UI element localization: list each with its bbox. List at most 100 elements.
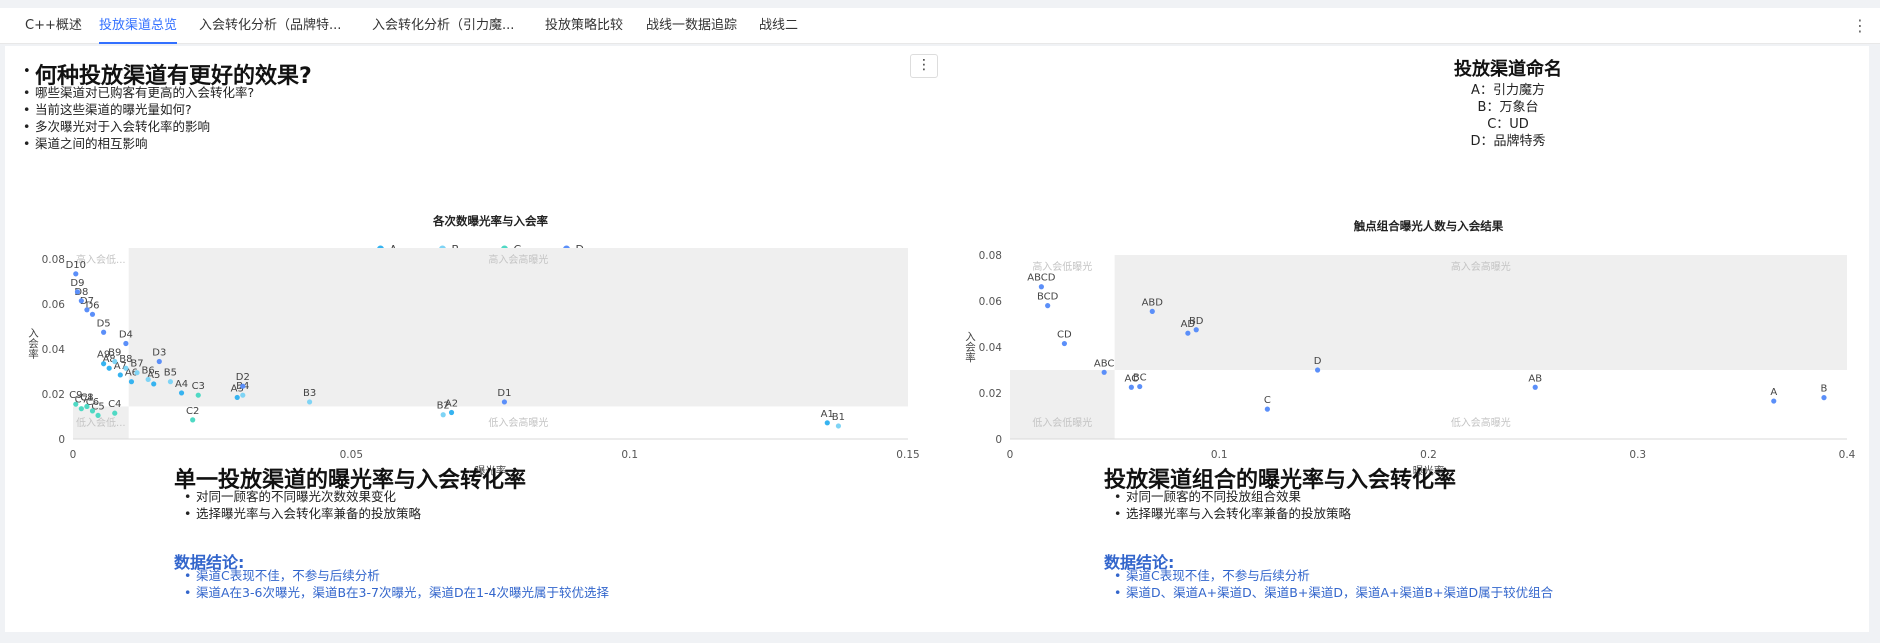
- data-label: D2: [236, 372, 250, 383]
- y-tick-label: 0.02: [42, 389, 65, 401]
- combo-exposure-chart: 触点组合曝光人数与入会结果高入会高曝光低入会高曝光 高入会低曝光低入会低曝光 0 0.…: [964, 219, 1856, 477]
- x-tick-label: 0.2: [1420, 449, 1437, 461]
- single-conclusion-list: 渠道C表现不佳，不参与后续分析 渠道A在3-6次曝光，渠道B在3-7次曝光，渠道…: [184, 567, 609, 601]
- data-label: D5: [97, 318, 111, 329]
- quadrant-label: 低入会低...: [76, 416, 126, 429]
- data-point: [195, 392, 201, 398]
- data-point: [1061, 340, 1068, 347]
- data-label: AB: [1528, 373, 1542, 384]
- y-tick-label: 0.06: [42, 299, 66, 311]
- y-tick-label: 0.04: [979, 342, 1003, 354]
- data-point: [178, 390, 185, 396]
- data-label: AC: [1125, 373, 1139, 384]
- data-point: [1045, 303, 1051, 309]
- data-point: [240, 383, 246, 389]
- chart-menu-button[interactable]: ⋮: [910, 54, 938, 78]
- data-point: [73, 271, 79, 277]
- data-point: [156, 358, 162, 365]
- bullet-icon: •: [23, 64, 31, 79]
- data-point: [89, 408, 96, 414]
- data-point: [78, 298, 84, 304]
- data-point: [84, 403, 90, 410]
- tab-front-two[interactable]: 战线二: [759, 8, 798, 44]
- combo-conclusion-list: 渠道C表现不佳，不参与后续分析 渠道D、渠道A+渠道D、渠道B+渠道D，渠道A+…: [1114, 567, 1553, 601]
- data-point: [101, 329, 107, 335]
- data-label: B: [1821, 384, 1828, 395]
- report-panel: ⋮ • 何种投放渠道有更好的效果? 哪些渠道对已购客有更高的入会转化率? 当前这…: [5, 46, 1869, 632]
- naming-line: D：品牌特秀: [1470, 134, 1546, 149]
- tab-membership-brand[interactable]: 入会转化分析（品牌特...: [199, 8, 341, 44]
- data-label: BD: [1189, 316, 1204, 327]
- data-label: A4: [175, 379, 188, 390]
- data-label: D4: [119, 330, 133, 341]
- data-point: [1149, 308, 1155, 314]
- data-point: [117, 372, 123, 378]
- x-tick-label: 0.15: [896, 449, 919, 461]
- data-point: [73, 401, 79, 407]
- data-point: [835, 423, 842, 429]
- tab-front-one[interactable]: 战线一数据追踪: [646, 8, 737, 44]
- data-point: [1137, 383, 1143, 390]
- list-item: 哪些渠道对已购客有更高的入会转化率?: [23, 84, 254, 101]
- data-label: B9: [108, 347, 121, 358]
- data-point: [240, 392, 246, 398]
- data-point: [151, 381, 157, 387]
- chart-title: 各次数曝光率与入会率: [432, 214, 548, 228]
- list-item: 渠道D、渠道A+渠道D、渠道B+渠道D，渠道A+渠道B+渠道D属于较优组合: [1114, 584, 1553, 601]
- y-axis-label: 入会率: [964, 331, 976, 363]
- data-point: [106, 365, 112, 371]
- y-tick-label: 0: [995, 434, 1002, 446]
- data-label: BCD: [1037, 292, 1059, 303]
- data-point: [134, 370, 140, 376]
- data-point: [84, 307, 90, 313]
- single-channel-bullets: 对同一顾客的不同曝光次数效果变化 选择曝光率与入会转化率兼备的投放策略: [184, 488, 421, 522]
- data-label: A: [1770, 387, 1777, 398]
- y-tick-label: 0: [58, 434, 65, 446]
- y-tick-label: 0.06: [979, 296, 1003, 308]
- list-item: 渠道C表现不佳，不参与后续分析: [184, 567, 609, 584]
- x-tick-label: 0.1: [1211, 449, 1228, 461]
- data-point: [78, 406, 84, 412]
- data-label: C3: [192, 381, 205, 392]
- data-point: [1193, 327, 1199, 333]
- data-label: ABCD: [1027, 273, 1056, 284]
- list-item: 选择曝光率与入会转化率兼备的投放策略: [184, 505, 421, 522]
- data-point: [145, 376, 151, 383]
- data-point: [1532, 384, 1538, 390]
- data-point: [234, 394, 240, 401]
- exposure-conversion-chart: 各次数曝光率与入会率ABCD高入会高曝光低入会高曝光高入会低...低入会低...…: [27, 214, 920, 477]
- quadrant-label: 高入会低曝光: [1032, 260, 1092, 273]
- data-point: [167, 379, 174, 385]
- data-point: [101, 361, 107, 367]
- list-item: 多次曝光对于入会转化率的影响: [23, 118, 254, 135]
- channel-naming-block: 投放渠道命名 A：引力魔方 B：万象台 C：UD D：品牌特秀: [1405, 58, 1611, 150]
- more-vertical-icon[interactable]: ⋮: [1852, 16, 1868, 35]
- list-item: 当前这些渠道的曝光量如何?: [23, 101, 254, 118]
- data-label: D9: [70, 278, 84, 289]
- data-label: ABC: [1094, 358, 1115, 369]
- data-point: [440, 412, 446, 418]
- naming-title: 投放渠道命名: [1454, 59, 1562, 80]
- tab-strategy-compare[interactable]: 投放策略比较: [545, 8, 623, 44]
- naming-line: C：UD: [1487, 117, 1529, 132]
- data-point: [1128, 384, 1134, 390]
- tab-membership-yinli[interactable]: 入会转化分析（引力魔...: [372, 8, 514, 44]
- naming-line: A：引力魔方: [1471, 83, 1545, 98]
- data-point: [1771, 398, 1777, 404]
- data-point: [95, 412, 101, 419]
- quadrant-label: 高入会高曝光: [488, 253, 548, 266]
- data-point: [74, 289, 81, 295]
- list-item: 对同一顾客的不同曝光次数效果变化: [184, 488, 421, 505]
- x-tick-label: 0: [70, 449, 77, 461]
- data-label: C: [1264, 395, 1271, 406]
- combo-channel-bullets: 对同一顾客的不同投放组合效果 选择曝光率与入会转化率兼备的投放策略: [1114, 488, 1351, 522]
- data-point: [128, 379, 135, 385]
- data-label: CD: [1057, 330, 1072, 341]
- quadrant-label: 低入会低曝光: [1032, 416, 1092, 429]
- x-tick-label: 0.1: [621, 449, 638, 461]
- tab-cpp-overview[interactable]: C++概述: [25, 8, 82, 44]
- data-point: [123, 340, 129, 347]
- data-label: C9: [69, 390, 82, 401]
- list-item: 渠道之间的相互影响: [23, 135, 254, 152]
- tab-channel-overview[interactable]: 投放渠道总览: [99, 8, 178, 44]
